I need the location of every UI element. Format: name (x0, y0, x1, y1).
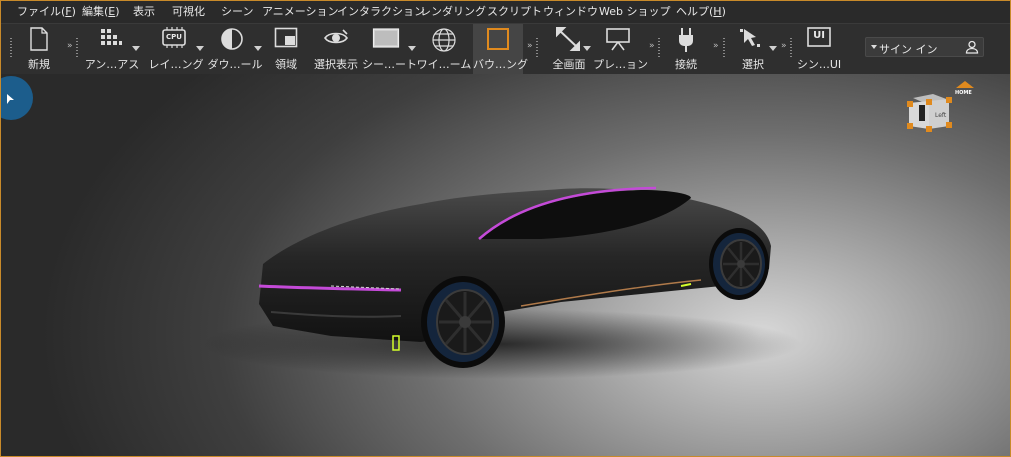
download-button[interactable]: ダウ…ール (206, 24, 264, 74)
toolbar-grip[interactable] (790, 38, 792, 58)
dropdown-caret-icon[interactable] (408, 46, 416, 51)
new-file-icon (30, 27, 48, 51)
half-circle-icon (221, 28, 243, 50)
scene-window-icon (372, 28, 400, 48)
overflow-chevron-icon[interactable]: » (527, 41, 533, 51)
raytracing-button[interactable]: CPU レイ…ング (146, 24, 206, 74)
fullscreen-button[interactable]: 全画面 (546, 24, 592, 74)
connect-button[interactable]: 接続 (665, 24, 707, 74)
menu-help[interactable]: ヘルプ(H) (676, 5, 726, 19)
bounding-button[interactable]: バウ…ング (473, 24, 528, 74)
menu-webshop[interactable]: Web ショップ (599, 5, 670, 19)
region-icon (274, 27, 298, 48)
dropdown-caret-icon[interactable] (196, 46, 204, 51)
overflow-chevron-icon[interactable]: » (713, 41, 719, 51)
toolbar-grip[interactable] (658, 38, 660, 58)
dropdown-caret-icon[interactable] (583, 46, 591, 51)
menu-animation[interactable]: アニメーション (262, 5, 339, 19)
scene-ui-button[interactable]: UI シン…UI (796, 24, 842, 74)
new-button[interactable]: 新規 (17, 24, 61, 74)
menu-script[interactable]: スクリプト (487, 5, 542, 19)
menu-file[interactable]: ファイル(F) (17, 5, 76, 19)
presentation-button[interactable]: プレ…ョン (593, 24, 648, 74)
rear-wheel (709, 228, 769, 300)
annotation-grid-icon (101, 29, 122, 45)
select-cursor-icon (740, 29, 760, 47)
menu-visualize[interactable]: 可視化 (172, 5, 205, 19)
select-button[interactable]: 選択 (729, 24, 777, 74)
overflow-chevron-icon[interactable]: » (781, 41, 787, 51)
menu-interaction[interactable]: インタラクション (337, 5, 425, 19)
user-icon (965, 40, 979, 54)
dropdown-caret-icon[interactable] (769, 46, 777, 51)
menu-rendering[interactable]: レンダリング (420, 5, 486, 19)
menu-view[interactable]: 表示 (133, 5, 155, 19)
scene-button[interactable]: シー…ート (362, 24, 417, 74)
toolbar-grip[interactable] (536, 38, 538, 58)
dropdown-caret-icon (871, 45, 877, 49)
dropdown-caret-icon[interactable] (254, 46, 262, 51)
menu-window[interactable]: ウィンドウ (543, 5, 598, 19)
overflow-chevron-icon[interactable]: » (67, 41, 73, 51)
select-display-button[interactable]: 選択表示 (310, 24, 362, 74)
eye-icon (324, 29, 348, 44)
3d-viewport[interactable]: HOME Left (1, 74, 1010, 456)
front-wheel (421, 276, 505, 368)
menu-bar: ファイル(F) 編集(E) 表示 可視化 シーン アニメーション インタラクショ… (1, 1, 1010, 23)
fullscreen-arrows-icon (556, 27, 580, 51)
wireframe-globe-icon (432, 28, 456, 52)
ui-badge-label: UI (813, 30, 825, 41)
presentation-easel-icon (606, 28, 630, 51)
dropdown-caret-icon[interactable] (132, 46, 140, 51)
annotation-button[interactable]: アン…アス (81, 24, 143, 74)
menu-scene[interactable]: シーン (221, 5, 253, 19)
main-toolbar: 新規 » アン…アス CPU レイ…ング ダウ…ール 領域 選択表示 シー…ート… (1, 23, 1010, 75)
plug-icon (679, 28, 693, 52)
wireframe-button[interactable]: ワイ…ーム (416, 24, 472, 74)
signin-dropdown[interactable]: サイン イン (865, 37, 984, 57)
car-model[interactable] (1, 74, 1010, 456)
cpu-badge-label: CPU (166, 33, 182, 41)
overflow-chevron-icon[interactable]: » (649, 41, 655, 51)
menu-edit[interactable]: 編集(E) (82, 5, 120, 19)
region-button[interactable]: 領域 (265, 24, 307, 74)
toolbar-grip[interactable] (10, 38, 12, 58)
application-window: ファイル(F) 編集(E) 表示 可視化 シーン アニメーション インタラクショ… (0, 0, 1011, 457)
toolbar-grip[interactable] (76, 38, 78, 58)
toolbar-grip[interactable] (723, 38, 725, 58)
bounding-box-icon (487, 28, 509, 50)
